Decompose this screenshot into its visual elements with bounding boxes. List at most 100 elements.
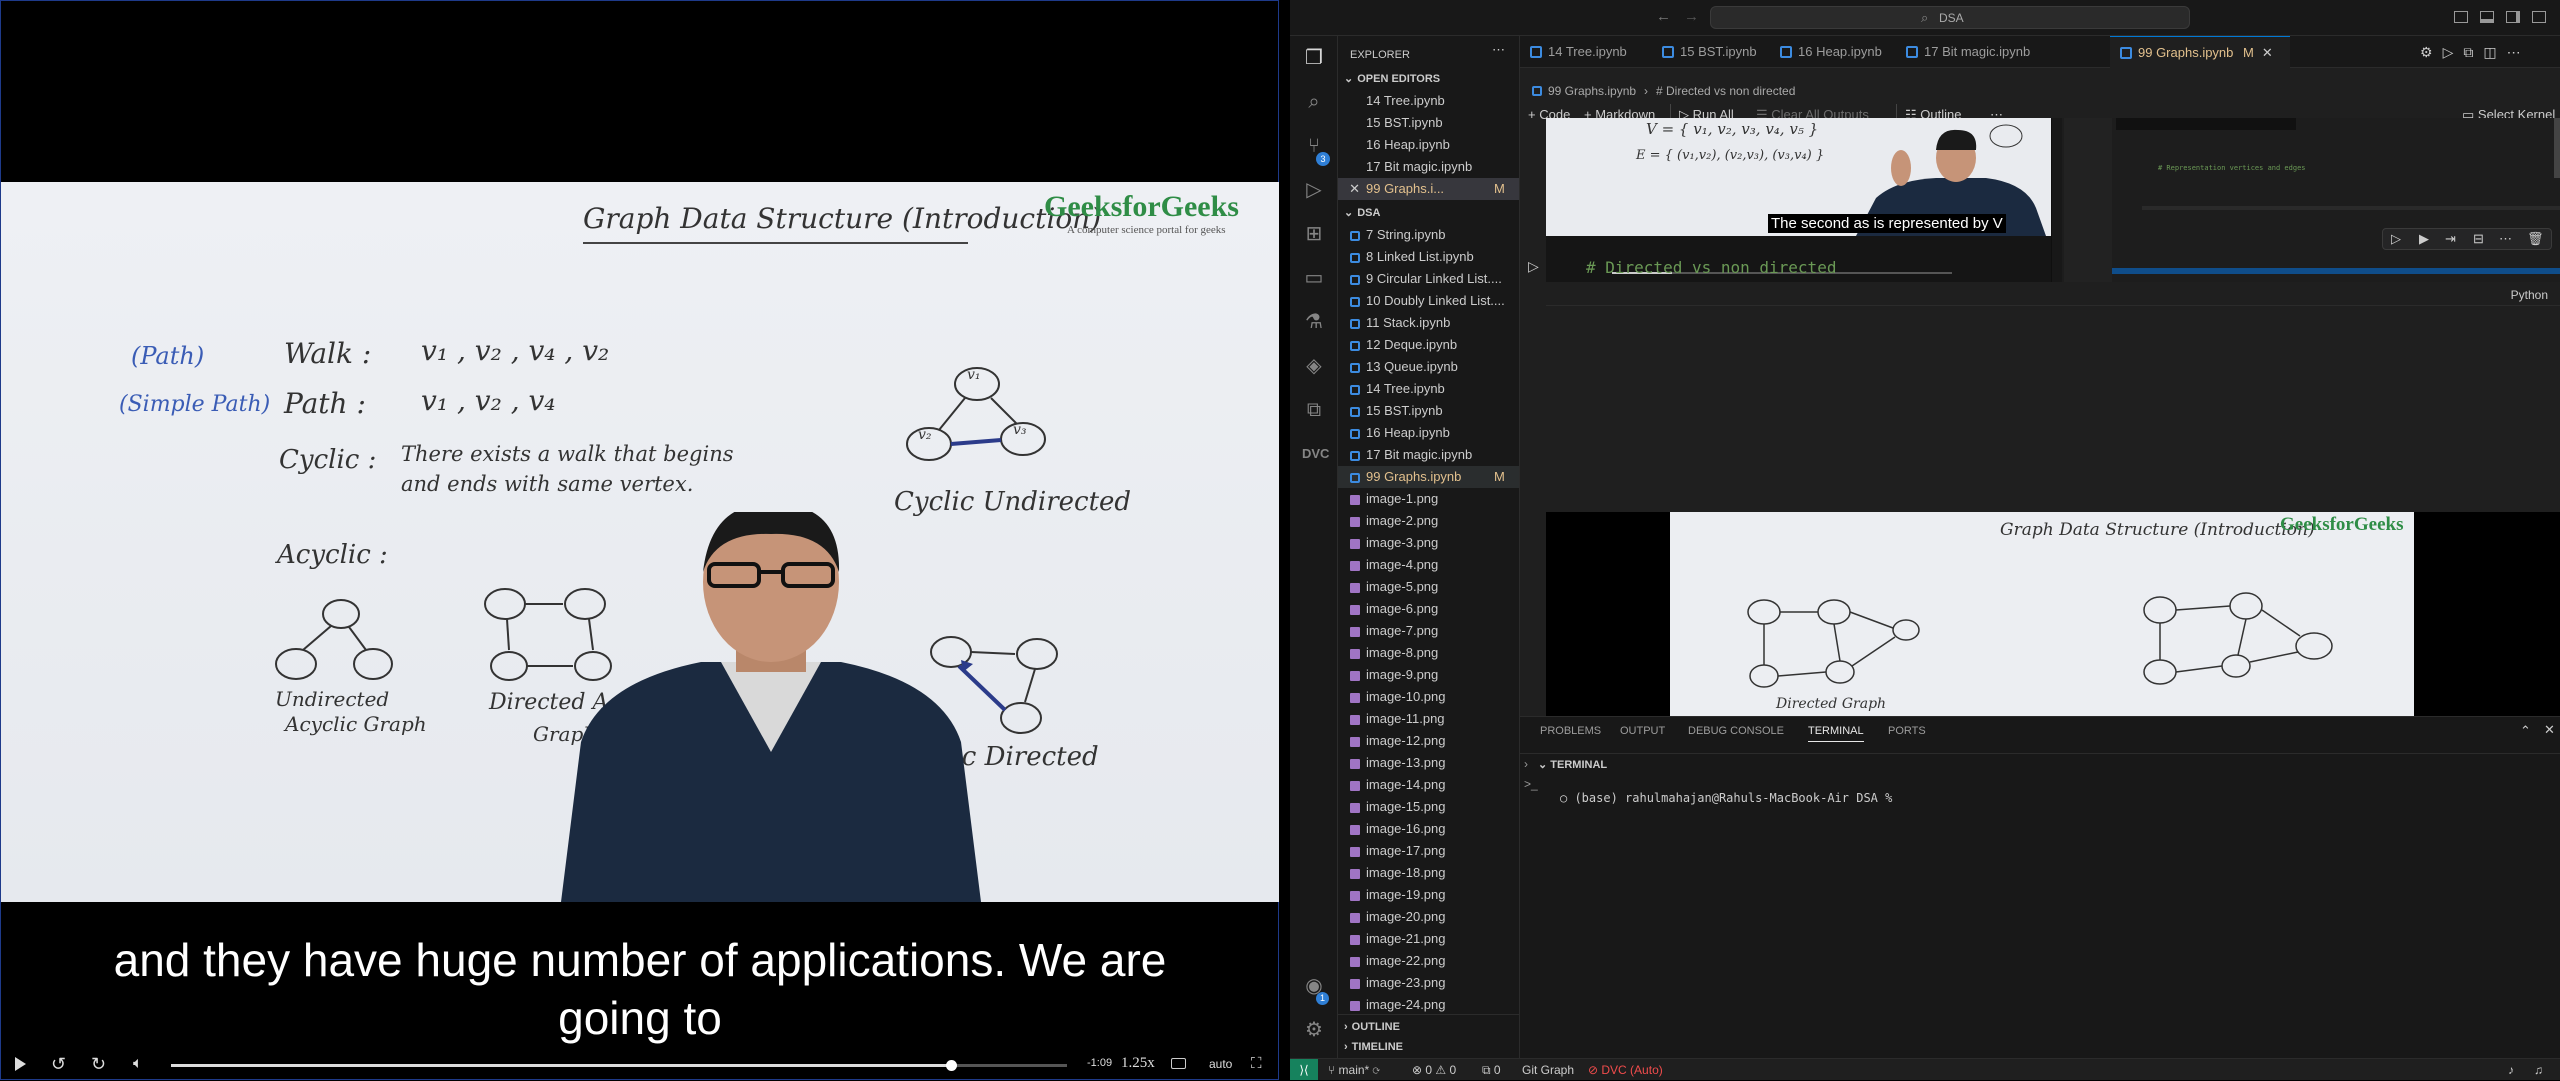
file-tree-item[interactable]: image-5.png xyxy=(1338,576,1519,598)
command-center-search[interactable]: ⌕ DSA xyxy=(1710,6,2190,29)
problems-indicator[interactable]: ⊗ 0 ⚠ 0 xyxy=(1412,1059,1456,1081)
execute-above-icon[interactable]: ▷ xyxy=(2391,229,2401,249)
run-debug-icon[interactable]: ▷ xyxy=(1302,178,1326,202)
settings-gear-icon[interactable]: ⚙ xyxy=(1302,1018,1326,1042)
remote-indicator-icon[interactable]: ⟩⟨ xyxy=(1290,1059,1318,1080)
file-tree-item[interactable]: image-17.png xyxy=(1338,840,1519,862)
terminal-output[interactable]: ○ (base) rahulmahajan@Rahuls-MacBook-Air… xyxy=(1560,791,1892,805)
panel-tab[interactable]: OUTPUT xyxy=(1620,725,1665,737)
quality-button[interactable]: auto xyxy=(1209,1057,1232,1071)
file-tree-item[interactable]: image-11.png xyxy=(1338,708,1519,730)
rewind-icon[interactable]: ↺ xyxy=(51,1054,66,1075)
open-editor-item[interactable]: 14 Tree.ipynb xyxy=(1338,90,1519,112)
file-tree-item[interactable]: 99 Graphs.ipynb M xyxy=(1338,466,1519,488)
extension-panel-icon[interactable]: ⧉ xyxy=(1302,398,1326,422)
terminal-icon[interactable]: >_ xyxy=(1524,777,1538,791)
editor-tab[interactable]: 14 Tree.ipynb xyxy=(1520,36,1652,68)
search-view-icon[interactable]: ⌕ xyxy=(1302,90,1326,114)
file-tree-item[interactable]: image-10.png xyxy=(1338,686,1519,708)
seek-bar[interactable] xyxy=(171,1060,1067,1071)
panel-tab[interactable]: PROBLEMS xyxy=(1540,725,1601,737)
editor-scrollbar[interactable] xyxy=(2554,118,2560,178)
toggle-sidebar-icon[interactable] xyxy=(2454,11,2468,23)
cell-code[interactable]: # Directed vs non directed xyxy=(1586,258,1836,277)
customize-layout-icon[interactable] xyxy=(2532,11,2546,23)
remote-explorer-icon[interactable]: ▭ xyxy=(1302,266,1326,290)
file-tree-item[interactable]: image-16.png xyxy=(1338,818,1519,840)
open-editor-item[interactable]: 15 BST.ipynb xyxy=(1338,112,1519,134)
file-tree-item[interactable]: image-24.png xyxy=(1338,994,1519,1016)
open-editor-item[interactable]: ✕ 99 Graphs.i... M xyxy=(1338,178,1519,200)
ports-indicator[interactable]: ⧉ 0 xyxy=(1482,1059,1501,1081)
file-tree-item[interactable]: image-14.png xyxy=(1338,774,1519,796)
file-tree-item[interactable]: 10 Doubly Linked List.... xyxy=(1338,290,1519,312)
toggle-panel-icon[interactable] xyxy=(2480,11,2494,23)
timeline-section[interactable]: › TIMELINE xyxy=(1338,1036,1519,1058)
execute-below-icon[interactable]: ⇥ xyxy=(2445,229,2456,249)
file-tree-item[interactable]: image-9.png xyxy=(1338,664,1519,686)
file-tree-item[interactable]: 16 Heap.ipynb xyxy=(1338,422,1519,444)
file-tree-item[interactable]: image-21.png xyxy=(1338,928,1519,950)
maximize-panel-icon[interactable]: ⌃ xyxy=(2520,723,2531,739)
editor-tab[interactable]: 15 BST.ipynb xyxy=(1652,36,1770,68)
panel-tab[interactable]: DEBUG CONSOLE xyxy=(1688,725,1784,737)
fullscreen-icon[interactable]: ⛶ xyxy=(1251,1055,1262,1072)
speed-button[interactable]: 1.25x xyxy=(1121,1055,1155,1072)
captions-icon[interactable] xyxy=(1171,1058,1186,1069)
dsa-folder-header[interactable]: ⌄ DSA xyxy=(1338,202,1519,224)
toggle-secondary-sidebar-icon[interactable] xyxy=(2506,11,2520,23)
testing-icon[interactable]: ⚗ xyxy=(1302,310,1326,334)
delete-cell-icon[interactable]: 🗑︎ xyxy=(2527,229,2544,249)
dvc-icon[interactable]: DVC xyxy=(1302,442,1329,466)
file-tree-item[interactable]: image-15.png xyxy=(1338,796,1519,818)
explorer-icon[interactable]: ❐ xyxy=(1302,46,1326,70)
cell-language[interactable]: Python xyxy=(2511,288,2548,302)
editor-tab[interactable]: 17 Bit magic.ipynb xyxy=(1896,36,2110,68)
cell-more-icon[interactable]: ⋯ xyxy=(2499,229,2512,249)
git-graph-button[interactable]: Git Graph xyxy=(1522,1059,1574,1081)
play-icon[interactable] xyxy=(15,1057,26,1071)
more-actions-icon[interactable]: ⋯ xyxy=(1492,42,1505,58)
bell-icon[interactable]: ♫ xyxy=(2534,1059,2543,1081)
breadcrumb-file[interactable]: 99 Graphs.ipynb xyxy=(1548,80,1636,102)
open-changes-icon[interactable]: ⧉ xyxy=(2463,44,2483,60)
docker-icon[interactable]: ◈ xyxy=(1302,354,1326,378)
editor-tab[interactable]: 99 Graphs.ipynb M ✕ xyxy=(2110,36,2290,68)
file-tree-item[interactable]: 15 BST.ipynb xyxy=(1338,400,1519,422)
breadcrumb-section[interactable]: # Directed vs non directed xyxy=(1656,80,1795,102)
terminal-header[interactable]: ⌄ TERMINAL xyxy=(1538,758,1607,771)
split-editor-icon[interactable]: ◫ xyxy=(2483,44,2506,60)
file-tree-item[interactable]: image-2.png xyxy=(1338,510,1519,532)
extensions-icon[interactable]: ⊞ xyxy=(1302,222,1326,246)
notifications-icon[interactable]: ♪ xyxy=(2508,1059,2514,1081)
close-tab-icon[interactable]: ✕ xyxy=(2262,45,2273,60)
dvc-status[interactable]: ⊘ DVC (Auto) xyxy=(1588,1059,1663,1081)
run-file-icon[interactable]: ▷ xyxy=(2443,44,2464,60)
file-tree-item[interactable]: image-7.png xyxy=(1338,620,1519,642)
file-tree-item[interactable]: image-8.png xyxy=(1338,642,1519,664)
run-cell-toolbar-icon[interactable]: ▶ xyxy=(2419,229,2429,249)
expand-panel-icon[interactable]: › xyxy=(1524,757,1528,771)
video-player[interactable]: Graph Data Structure (Introduction) Geek… xyxy=(0,0,1279,1080)
open-editors-header[interactable]: ⌄ OPEN EDITORS xyxy=(1338,68,1519,90)
code-cell[interactable]: # Directed vs non directed Python ▷ ▶ ⇥ … xyxy=(1546,228,2560,306)
open-editor-item[interactable]: 16 Heap.ipynb xyxy=(1338,134,1519,156)
close-editor-icon[interactable]: ✕ xyxy=(1338,178,1366,200)
file-tree-item[interactable]: 9 Circular Linked List.... xyxy=(1338,268,1519,290)
panel-tab[interactable]: TERMINAL xyxy=(1808,725,1864,742)
volume-icon[interactable]: 🔈︎ xyxy=(133,1055,143,1073)
file-tree-item[interactable]: image-3.png xyxy=(1338,532,1519,554)
close-panel-icon[interactable]: ✕ xyxy=(2544,722,2555,738)
gear-icon[interactable]: ⚙ xyxy=(2420,44,2443,60)
outline-section[interactable]: › OUTLINE xyxy=(1338,1016,1519,1038)
forward-icon[interactable]: ↻ xyxy=(91,1054,106,1075)
file-tree-item[interactable]: image-4.png xyxy=(1338,554,1519,576)
nav-back-icon[interactable]: ← xyxy=(1656,8,1671,25)
open-editor-item[interactable]: 17 Bit magic.ipynb xyxy=(1338,156,1519,178)
file-tree-item[interactable]: 12 Deque.ipynb xyxy=(1338,334,1519,356)
nav-forward-icon[interactable]: → xyxy=(1684,8,1699,25)
file-tree-item[interactable]: image-19.png xyxy=(1338,884,1519,906)
file-tree-item[interactable]: image-23.png xyxy=(1338,972,1519,994)
file-tree-item[interactable]: image-22.png xyxy=(1338,950,1519,972)
split-cell-icon[interactable]: ⊟ xyxy=(2473,229,2484,249)
